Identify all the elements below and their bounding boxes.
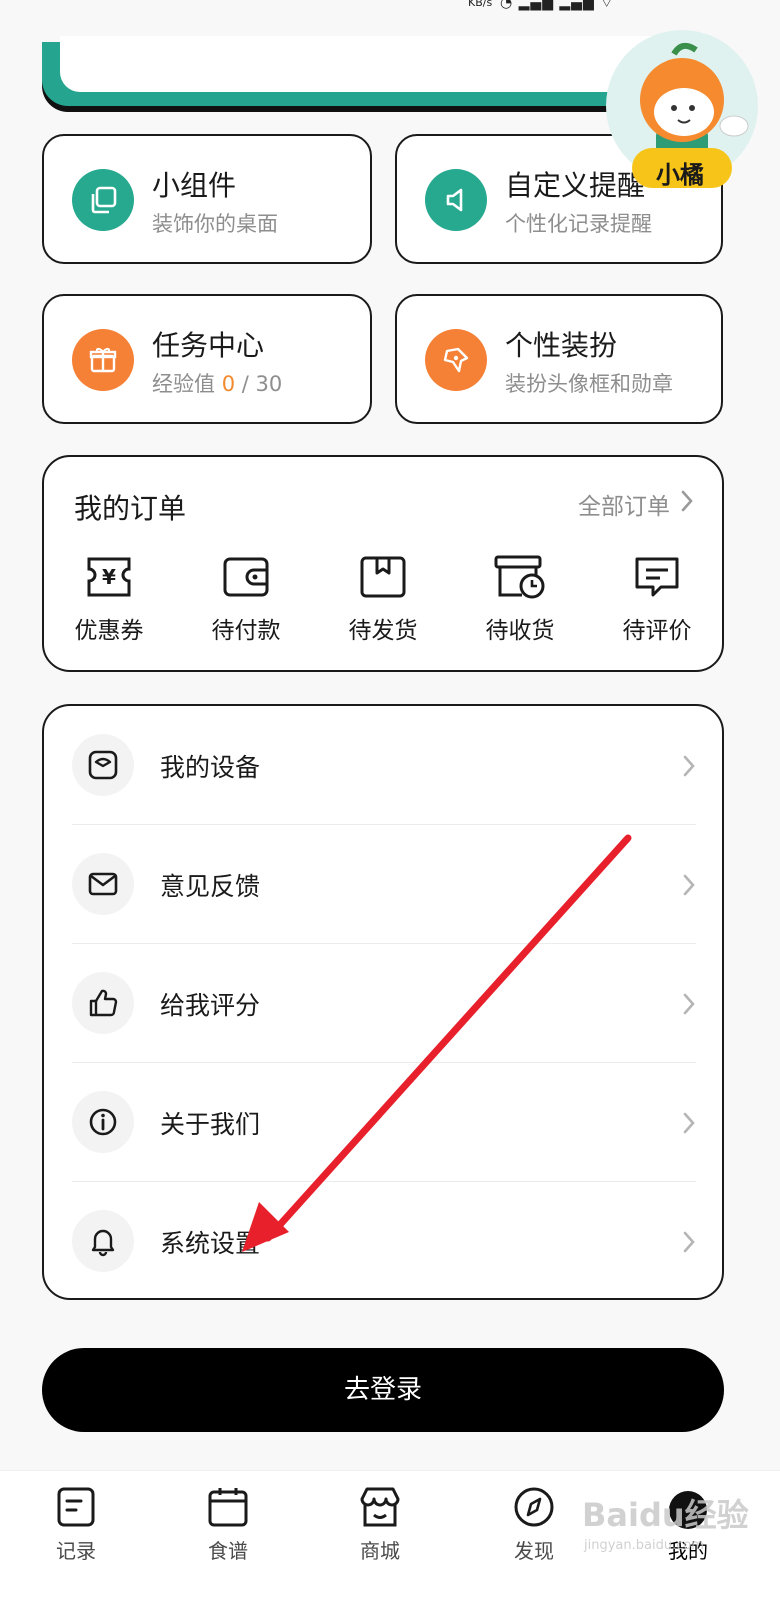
order-label: 待发货: [348, 618, 418, 644]
tab-store[interactable]: 商城: [330, 1485, 430, 1564]
experience-value: 经验值 0 / 30: [152, 368, 282, 398]
menu-item-feedback[interactable]: 意见反馈: [72, 825, 696, 944]
orders-title: 我的订单: [74, 492, 187, 525]
tab-label: 商城: [360, 1539, 400, 1563]
menu-label: 给我评分: [160, 991, 261, 1020]
menu-item-about-us[interactable]: 关于我们: [72, 1063, 696, 1182]
feature-subtitle: 装饰你的桌面: [152, 212, 278, 236]
speaker-icon: [425, 169, 487, 231]
menu-label: 意见反馈: [160, 872, 261, 901]
package-icon: [360, 556, 406, 598]
my-orders-card: 我的订单 全部订单 ¥ 优惠券 待付款 待发货 待收货 待评价: [42, 455, 724, 672]
order-label: 待收货: [485, 618, 555, 644]
gift-icon: [72, 329, 134, 391]
order-pending-receipt[interactable]: 待收货: [465, 553, 575, 645]
feature-subtitle: 个性化记录提醒: [505, 212, 652, 236]
order-pending-payment[interactable]: 待付款: [191, 553, 301, 645]
chevron-right-icon: [682, 754, 696, 782]
store-icon: [360, 1487, 400, 1527]
info-icon: [72, 1091, 134, 1153]
order-coupon[interactable]: ¥ 优惠券: [54, 553, 164, 645]
thumbs-up-icon: [72, 972, 134, 1034]
menu-label: 我的设备: [160, 753, 261, 782]
wallet-icon: [223, 557, 269, 597]
tab-label: 发现: [514, 1539, 554, 1563]
coupon-icon: ¥: [87, 557, 131, 597]
mascot-name: 小橘: [656, 161, 704, 189]
exp-total: / 30: [235, 372, 283, 396]
order-label: 优惠券: [74, 618, 144, 644]
watermark-brand: Baidu经验: [582, 1496, 749, 1534]
login-button[interactable]: 去登录: [42, 1348, 724, 1432]
feature-dress-up[interactable]: 个性装扮 装扮头像框和勋章: [395, 294, 723, 424]
menu-item-rate-us[interactable]: 给我评分: [72, 944, 696, 1063]
compass-icon: [514, 1487, 554, 1527]
tab-record[interactable]: 记录: [26, 1485, 126, 1564]
menu-label: 系统设置: [160, 1229, 261, 1258]
exp-label: 经验值: [152, 372, 222, 396]
feature-subtitle: 装扮头像框和勋章: [505, 372, 673, 396]
comment-icon: [635, 557, 679, 597]
feature-task-center[interactable]: 任务中心 经验值 0 / 30: [42, 294, 372, 424]
mail-icon: [72, 853, 134, 915]
delivery-clock-icon: [494, 555, 545, 599]
svg-text:¥: ¥: [102, 565, 116, 589]
note-icon: [57, 1487, 95, 1527]
bell-icon: [72, 1210, 134, 1272]
menu-label: 关于我们: [160, 1110, 261, 1139]
copy-icon: [72, 169, 134, 231]
scale-icon: [72, 734, 134, 796]
chevron-right-icon: [682, 1230, 696, 1258]
baidu-watermark: Baidu经验 jingyan.baidu.com: [582, 1490, 772, 1570]
mascot-assistant[interactable]: 小橘: [604, 30, 760, 192]
order-label: 待付款: [211, 618, 281, 644]
tab-discover[interactable]: 发现: [484, 1485, 584, 1564]
feature-title: 任务中心: [152, 329, 265, 362]
menu-item-system-settings[interactable]: 系统设置: [72, 1182, 696, 1301]
chevron-right-icon: [682, 1111, 696, 1139]
signal-icons: ◔ ▂▄▆ ▂▄▆ ⌔: [500, 0, 615, 11]
chevron-right-icon: [682, 992, 696, 1020]
tab-recipes[interactable]: 食谱: [178, 1485, 278, 1564]
top-banner-inner: [60, 36, 664, 92]
exp-current: 0: [221, 372, 236, 396]
menu-item-my-devices[interactable]: 我的设备: [72, 706, 696, 825]
top-banner-card[interactable]: [42, 36, 682, 106]
feature-title: 个性装扮: [505, 329, 618, 362]
status-bar: KB/s ◔ ▂▄▆ ▂▄▆ ⌔: [0, 0, 780, 14]
chevron-right-icon: [682, 873, 696, 901]
badge-icon: [425, 329, 487, 391]
feature-title: 小组件: [152, 169, 237, 202]
chevron-right-icon: [680, 489, 694, 517]
calendar-icon: [208, 1488, 248, 1527]
settings-menu: 我的设备 意见反馈 给我评分 关于我们 系统设置: [42, 704, 724, 1300]
feature-widget[interactable]: 小组件 装饰你的桌面: [42, 134, 372, 264]
order-pending-shipment[interactable]: 待发货: [328, 553, 438, 645]
tab-label: 记录: [56, 1539, 96, 1563]
order-label: 待评价: [622, 618, 692, 644]
watermark-url: jingyan.baidu.com: [584, 1538, 704, 1553]
all-orders-link[interactable]: 全部订单: [578, 487, 670, 521]
net-speed: KB/s: [468, 0, 493, 9]
tab-label: 食谱: [208, 1539, 248, 1563]
order-pending-review[interactable]: 待评价: [602, 553, 712, 645]
